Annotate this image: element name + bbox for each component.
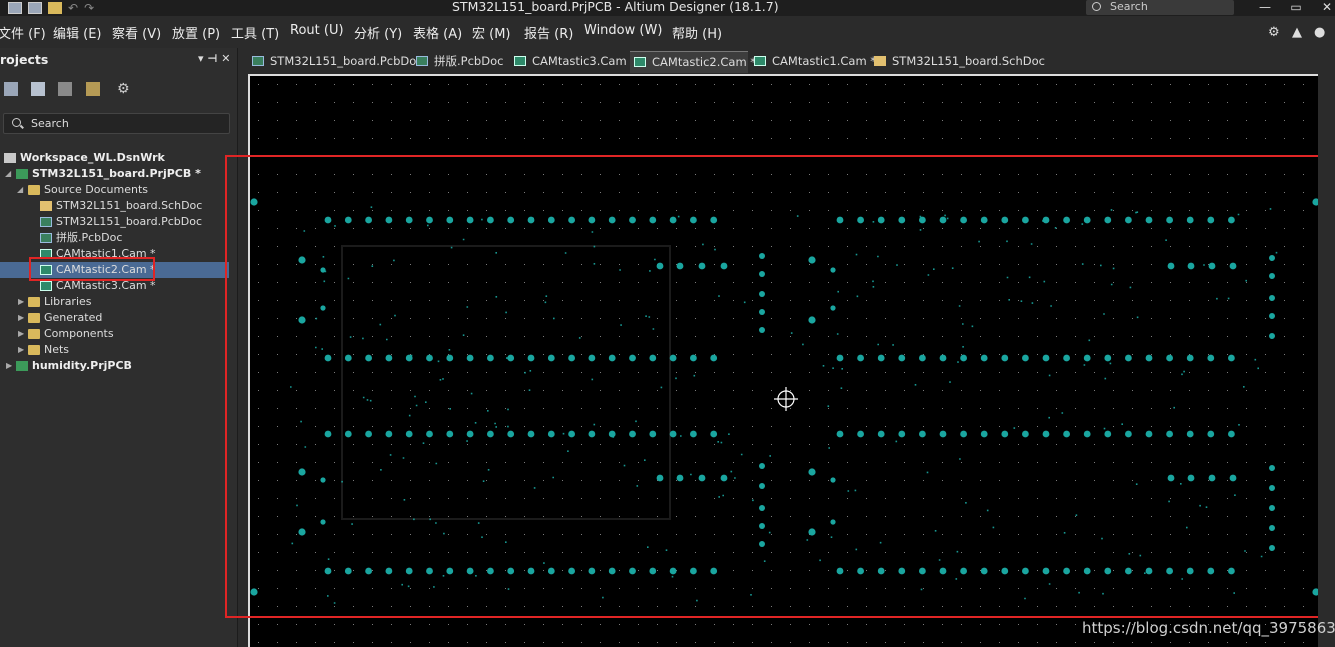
project-icon bbox=[16, 169, 28, 179]
notification-bell-icon[interactable]: ▲ bbox=[1292, 25, 1302, 40]
pcb-icon bbox=[252, 56, 264, 66]
projects-search-placeholder: Search bbox=[31, 117, 69, 130]
title-bar: ↶ ↷ STM32L151_board.PrjPCB - Altium Desi… bbox=[0, 0, 1335, 16]
tab-camtastic1[interactable]: CAMtastic1.Cam * bbox=[750, 51, 876, 72]
tab-camtastic2[interactable]: CAMtastic2.Cam * bbox=[630, 51, 756, 73]
tree-item-pcbdoc[interactable]: STM32L151_board.PcbDoc bbox=[0, 214, 230, 230]
search-icon bbox=[12, 118, 21, 127]
folder-icon bbox=[28, 313, 40, 323]
schematic-icon bbox=[874, 56, 886, 66]
highlight-box-panel bbox=[225, 155, 1328, 618]
maximize-button[interactable]: ▭ bbox=[1281, 0, 1311, 16]
folder-icon bbox=[28, 345, 40, 355]
tree-item-schdoc[interactable]: STM32L151_board.SchDoc bbox=[0, 198, 230, 214]
cam-icon bbox=[754, 56, 766, 66]
menu-report[interactable]: 报告 (R) bbox=[524, 23, 573, 42]
settings-icon[interactable]: ⚙ bbox=[117, 82, 131, 96]
menu-view[interactable]: 察看 (V) bbox=[112, 23, 161, 42]
pcb-icon bbox=[40, 233, 52, 243]
search-icon bbox=[1092, 2, 1101, 11]
collapse-arrow-icon[interactable]: ◢ bbox=[5, 166, 11, 182]
tab-stm32-schdoc[interactable]: STM32L151_board.SchDoc bbox=[870, 51, 1045, 72]
save-document-icon[interactable] bbox=[4, 82, 18, 96]
redo-icon[interactable]: ↷ bbox=[84, 2, 94, 14]
panel-controls[interactable]: ▾ ⊣ ✕ bbox=[198, 52, 230, 65]
cam-icon bbox=[514, 56, 526, 66]
open-folder-icon[interactable] bbox=[48, 2, 62, 14]
menu-help[interactable]: 帮助 (H) bbox=[672, 23, 722, 42]
expand-arrow-icon[interactable]: ▶ bbox=[6, 358, 12, 374]
schematic-icon bbox=[40, 201, 52, 211]
gear-icon[interactable]: ⚙ bbox=[1268, 25, 1280, 40]
close-button[interactable]: ✕ bbox=[1312, 0, 1335, 16]
project-icon bbox=[16, 361, 28, 371]
window-title: STM32L151_board.PrjPCB - Altium Designer… bbox=[452, 0, 779, 14]
tab-camtastic3[interactable]: CAMtastic3.Cam * bbox=[510, 51, 636, 72]
add-folder-icon[interactable] bbox=[86, 82, 100, 96]
workspace-icon bbox=[4, 153, 16, 163]
tree-item-panel-pcbdoc[interactable]: 拼版.PcbDoc bbox=[0, 230, 230, 246]
menu-route[interactable]: Rout (U) bbox=[290, 23, 344, 38]
expand-arrow-icon[interactable]: ▶ bbox=[18, 310, 24, 326]
save-all-icon[interactable] bbox=[28, 2, 42, 14]
menu-window[interactable]: Window (W) bbox=[584, 23, 662, 38]
tab-panel-pcbdoc[interactable]: 拼版.PcbDoc bbox=[412, 51, 508, 72]
menu-bar: 文件 (F) 编辑 (E) 察看 (V) 放置 (P) 工具 (T) Rout … bbox=[0, 16, 1335, 48]
expand-arrow-icon[interactable]: ▶ bbox=[18, 294, 24, 310]
tree-item-workspace[interactable]: Workspace_WL.DsnWrk bbox=[0, 150, 230, 166]
menu-table[interactable]: 表格 (A) bbox=[413, 23, 462, 42]
tree-item-libraries[interactable]: ▶ Libraries bbox=[0, 294, 230, 310]
menu-macro[interactable]: 宏 (M) bbox=[472, 23, 511, 42]
projects-panel: rojects ▾ ⊣ ✕ ⚙ Search Workspace_WL.DsnW… bbox=[0, 48, 238, 647]
user-icon[interactable]: ● bbox=[1314, 25, 1325, 40]
global-search-placeholder: Search bbox=[1110, 0, 1148, 13]
document-tabs: STM32L151_board.PcbDoc 拼版.PcbDoc CAMtast… bbox=[248, 48, 1335, 73]
folder-icon bbox=[28, 185, 40, 195]
tree-item-project[interactable]: ◢ STM32L151_board.PrjPCB * bbox=[0, 166, 230, 182]
save-all-documents-icon[interactable] bbox=[31, 82, 45, 96]
menu-analyze[interactable]: 分析 (Y) bbox=[354, 23, 402, 42]
tab-stm32-pcbdoc[interactable]: STM32L151_board.PcbDoc bbox=[248, 51, 423, 72]
expand-arrow-icon[interactable]: ▶ bbox=[18, 326, 24, 342]
folder-icon bbox=[28, 329, 40, 339]
global-search-input[interactable]: Search bbox=[1086, 0, 1234, 15]
cam-icon bbox=[634, 57, 646, 67]
expand-arrow-icon[interactable]: ▶ bbox=[18, 342, 24, 358]
menu-place[interactable]: 放置 (P) bbox=[172, 23, 220, 42]
folder-icon bbox=[28, 297, 40, 307]
watermark: https://blog.csdn.net/qq_39758638 bbox=[1082, 619, 1335, 637]
minimize-button[interactable]: — bbox=[1250, 0, 1280, 16]
project-options-icon[interactable] bbox=[58, 82, 72, 96]
projects-search-input[interactable]: Search bbox=[3, 113, 230, 134]
pcb-icon bbox=[40, 217, 52, 227]
panel-toolbar: ⚙ bbox=[0, 82, 237, 102]
right-panel-strip bbox=[1318, 48, 1335, 647]
menu-tools[interactable]: 工具 (T) bbox=[231, 23, 279, 42]
undo-icon[interactable]: ↶ bbox=[68, 2, 78, 14]
panel-title: rojects bbox=[0, 52, 49, 67]
tree-item-nets[interactable]: ▶ Nets bbox=[0, 342, 230, 358]
highlight-box-selected-file bbox=[29, 257, 155, 281]
pcb-icon bbox=[416, 56, 428, 66]
projects-panel-header: rojects ▾ ⊣ ✕ bbox=[0, 48, 237, 70]
save-icon[interactable] bbox=[8, 2, 22, 14]
menu-edit[interactable]: 编辑 (E) bbox=[53, 23, 102, 42]
quick-access-toolbar: ↶ ↷ bbox=[8, 0, 94, 16]
collapse-arrow-icon[interactable]: ◢ bbox=[17, 182, 23, 198]
tree-item-generated[interactable]: ▶ Generated bbox=[0, 310, 230, 326]
menu-file[interactable]: 文件 (F) bbox=[0, 23, 46, 42]
cam-icon bbox=[40, 281, 52, 291]
tree-item-components[interactable]: ▶ Components bbox=[0, 326, 230, 342]
tree-item-humidity-project[interactable]: ▶ humidity.PrjPCB bbox=[0, 358, 230, 374]
tree-item-source-documents[interactable]: ◢ Source Documents bbox=[0, 182, 230, 198]
